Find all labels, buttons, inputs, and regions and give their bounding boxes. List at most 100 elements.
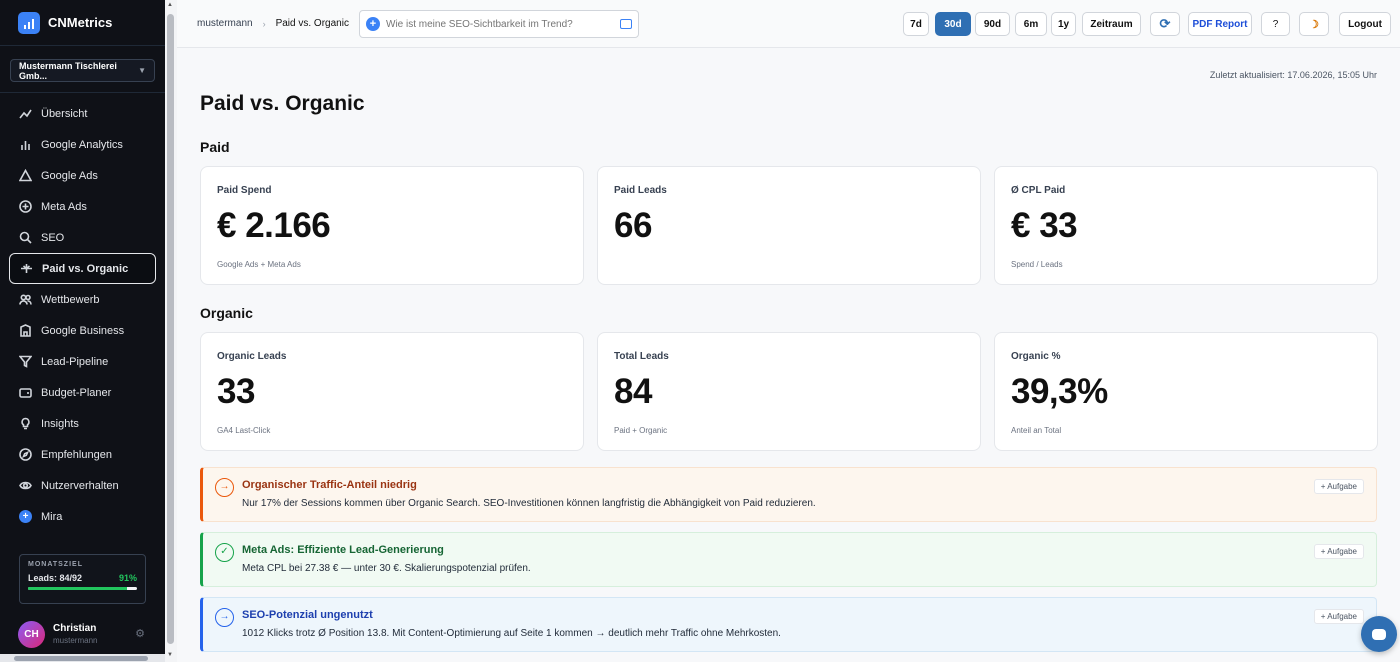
sidebar-item-label: Empfehlungen bbox=[41, 448, 112, 461]
organic-heading: Organic bbox=[200, 305, 253, 321]
sidebar-item-label: Meta Ads bbox=[41, 200, 87, 213]
sidebar-item-insights[interactable]: Insights bbox=[9, 408, 156, 439]
sidebar-item-empfehlungen[interactable]: Empfehlungen bbox=[9, 439, 156, 470]
insight-alert: → Organischer Traffic-Anteil niedrig Nur 1… bbox=[200, 467, 1377, 522]
sidebar-item-seo[interactable]: SEO bbox=[9, 222, 156, 253]
sidebar-item-budget-planer[interactable]: Budget-Planer bbox=[9, 377, 156, 408]
sidebar-item-wettbewerb[interactable]: Wettbewerb bbox=[9, 284, 156, 315]
pdf-report-button[interactable]: PDF Report bbox=[1188, 12, 1252, 36]
logout-button[interactable]: Logout bbox=[1339, 12, 1391, 36]
help-button[interactable]: ? bbox=[1261, 12, 1290, 36]
chevron-right-icon: › bbox=[262, 18, 266, 29]
kpi-label: Total Leads bbox=[614, 351, 669, 362]
line-chart-icon bbox=[19, 107, 32, 120]
add-task-button[interactable]: + Aufgabe bbox=[1313, 609, 1364, 624]
alert-text: Nur 17% der Sessions kommen über Organic… bbox=[242, 498, 816, 509]
vertical-scrollbar[interactable]: ▲ ▼ bbox=[165, 0, 177, 662]
avatar: CH bbox=[18, 620, 45, 648]
scroll-up-icon[interactable]: ▲ bbox=[167, 2, 173, 8]
goal-leads: Leads: 84/92 bbox=[28, 573, 83, 583]
range-button-zeitraum[interactable]: Zeitraum bbox=[1082, 12, 1141, 36]
kpi-hint: Paid + Organic bbox=[614, 426, 668, 435]
brand-logo-icon bbox=[18, 11, 40, 34]
alert-text: 1012 Klicks trotz Ø Position 13.8. Mit C… bbox=[242, 628, 781, 639]
kpi-value: € 2.166 bbox=[217, 206, 331, 245]
add-task-button[interactable]: + Aufgabe bbox=[1313, 479, 1364, 494]
dark-mode-toggle[interactable]: ☽ bbox=[1299, 12, 1329, 36]
range-button-1y[interactable]: 1y bbox=[1051, 12, 1076, 36]
insight-alert: ✓ Meta Ads: Effiziente Lead-Generierung Me… bbox=[200, 532, 1377, 587]
sidebar-item-google-analytics[interactable]: Google Analytics bbox=[9, 129, 156, 160]
triangle-icon bbox=[19, 169, 32, 182]
ask-ai-bar[interactable]: + bbox=[359, 10, 639, 38]
building-icon bbox=[19, 324, 32, 337]
alert-text: Meta CPL bei 27.38 € — unter 30 €. Skali… bbox=[242, 563, 531, 574]
sidebar-item-übersicht[interactable]: Übersicht bbox=[9, 98, 156, 129]
goal-label: MONATSZIEL bbox=[28, 561, 83, 568]
arrow-circle-icon: → bbox=[215, 608, 234, 627]
search-icon bbox=[19, 231, 32, 244]
breadcrumb-root[interactable]: mustermann bbox=[197, 18, 253, 29]
sidebar-item-label: Google Ads bbox=[41, 169, 98, 182]
sidebar-item-lead-pipeline[interactable]: Lead-Pipeline bbox=[9, 346, 156, 377]
sidebar-item-label: Budget-Planer bbox=[41, 386, 112, 399]
sidebar-item-google-ads[interactable]: Google Ads bbox=[9, 160, 156, 191]
user-name: Christian bbox=[53, 623, 97, 634]
kpi-card: Paid Spend € 2.166 Google Ads + Meta Ads bbox=[200, 166, 584, 285]
sidebar-item-meta-ads[interactable]: Meta Ads bbox=[9, 191, 156, 222]
kpi-label: Paid Leads bbox=[614, 185, 667, 196]
range-button-7d[interactable]: 7d bbox=[903, 12, 929, 36]
goal-progress-fill bbox=[28, 587, 128, 590]
users-icon bbox=[19, 293, 32, 306]
sidebar-item-label: Nutzerverhalten bbox=[41, 479, 119, 492]
mira-icon: + bbox=[19, 510, 32, 523]
kpi-card: Organic Leads 33 GA4 Last-Click bbox=[200, 332, 584, 451]
sidebar-item-mira[interactable]: + Mira bbox=[9, 501, 156, 532]
range-button-6m[interactable]: 6m bbox=[1015, 12, 1047, 36]
hscroll-thumb[interactable] bbox=[14, 656, 148, 661]
chat-icon[interactable] bbox=[620, 19, 632, 29]
eye-icon bbox=[19, 479, 32, 492]
wallet-icon bbox=[19, 386, 32, 399]
sidebar-item-google-business[interactable]: Google Business bbox=[9, 315, 156, 346]
brand[interactable]: CNMetrics bbox=[0, 0, 165, 46]
kpi-hint: Google Ads + Meta Ads bbox=[217, 260, 301, 269]
paid-heading: Paid bbox=[200, 139, 230, 155]
compass-icon bbox=[19, 448, 32, 461]
kpi-card: Ø CPL Paid € 33 Spend / Leads bbox=[994, 166, 1378, 285]
kpi-card: Organic % 39,3% Anteil an Total bbox=[994, 332, 1378, 451]
range-button-30d[interactable]: 30d bbox=[935, 12, 971, 36]
kpi-value: 33 bbox=[217, 372, 255, 411]
scroll-down-icon[interactable]: ▼ bbox=[167, 652, 173, 658]
kpi-value: 66 bbox=[614, 206, 652, 245]
kpi-label: Organic Leads bbox=[217, 351, 287, 362]
bulb-icon bbox=[19, 417, 32, 430]
split-icon bbox=[20, 262, 33, 275]
chat-bubble-icon bbox=[1372, 628, 1386, 640]
refresh-icon: ⟳ bbox=[1159, 16, 1171, 31]
brand-name: CNMetrics bbox=[48, 15, 113, 30]
sidebar-item-label: Paid vs. Organic bbox=[42, 262, 129, 275]
sidebar-item-label: Google Business bbox=[41, 324, 125, 337]
sidebar-item-paid-vs-organic[interactable]: Paid vs. Organic bbox=[9, 253, 156, 284]
sidebar-item-label: Wettbewerb bbox=[41, 293, 100, 306]
plus-icon[interactable]: + bbox=[366, 17, 380, 31]
insight-alert: → SEO-Potenzial ungenutzt 1012 Klicks trot… bbox=[200, 597, 1377, 652]
range-button-90d[interactable]: 90d bbox=[975, 12, 1010, 36]
kpi-card: Paid Leads 66 bbox=[597, 166, 981, 285]
user-profile[interactable]: CH Christian mustermann ⚙ bbox=[0, 614, 165, 654]
add-task-button[interactable]: + Aufgabe bbox=[1313, 544, 1364, 559]
sidebar-item-nutzerverhalten[interactable]: Nutzerverhalten bbox=[9, 470, 156, 501]
account-selector[interactable]: Mustermann Tischlerei Gmb... ▼ bbox=[10, 59, 155, 82]
plus-circle-icon bbox=[19, 200, 32, 213]
horizontal-scrollbar[interactable] bbox=[0, 654, 165, 662]
ask-input[interactable] bbox=[386, 18, 614, 30]
gear-icon[interactable]: ⚙ bbox=[135, 627, 145, 640]
refresh-button[interactable]: ⟳ bbox=[1150, 12, 1180, 36]
sidebar-item-label: Google Analytics bbox=[41, 138, 123, 151]
chat-fab-button[interactable] bbox=[1361, 616, 1397, 652]
scrollbar-thumb[interactable] bbox=[167, 14, 174, 644]
breadcrumb-current: Paid vs. Organic bbox=[275, 18, 349, 29]
sidebar: CNMetrics Mustermann Tischlerei Gmb... ▼… bbox=[0, 0, 165, 662]
kpi-hint: GA4 Last-Click bbox=[217, 426, 271, 435]
